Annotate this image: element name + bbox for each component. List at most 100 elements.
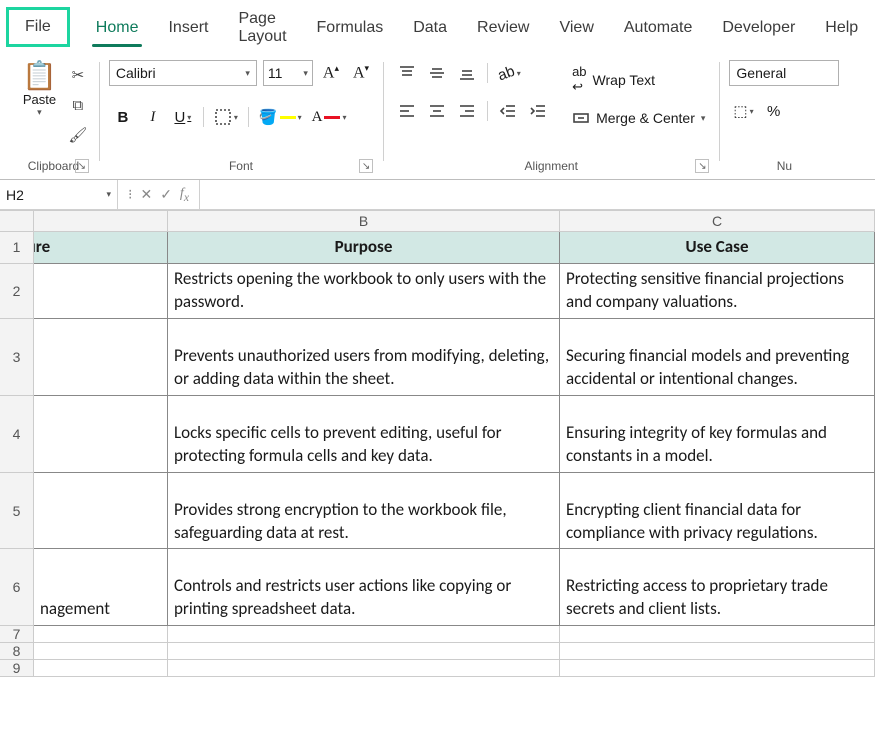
cell[interactable]: Provides strong encryption to the workbo… [168, 473, 560, 550]
bold-button[interactable]: B [109, 104, 137, 130]
cell[interactable] [560, 643, 875, 660]
cell[interactable]: Use Case [560, 232, 875, 264]
font-dialog-launcher[interactable]: ↘ [359, 159, 373, 173]
tab-file[interactable]: File [6, 7, 70, 47]
chevron-down-icon: ▾ [245, 68, 250, 79]
align-top-button[interactable] [393, 60, 421, 86]
cell[interactable]: Controls and restricts user actions like… [168, 549, 560, 626]
align-bottom-button[interactable] [453, 60, 481, 86]
clipboard-icon: 📋 [22, 62, 57, 90]
decrease-font-button[interactable]: A▾ [349, 63, 373, 82]
col-header-c[interactable]: C [560, 211, 875, 232]
cell[interactable] [34, 396, 168, 473]
accounting-format-button[interactable]: ⬚▾ [729, 98, 757, 124]
worksheet-grid[interactable]: A B C 1 eature Purpose Use Case 2 Restri… [0, 210, 875, 677]
fill-color-button[interactable]: 🪣 ▾ [255, 104, 306, 130]
col-header-b[interactable]: B [168, 211, 560, 232]
cut-button[interactable]: ✂ [67, 64, 89, 86]
increase-font-button[interactable]: A▴ [319, 63, 343, 82]
row-header[interactable]: 9 [0, 660, 34, 677]
scissors-icon: ✂ [72, 66, 85, 84]
outdent-icon [499, 102, 517, 120]
tab-insert[interactable]: Insert [164, 13, 212, 47]
cell[interactable]: Restricting access to proprietary trade … [560, 549, 875, 626]
paste-button[interactable]: 📋 Paste ▾ [18, 60, 61, 120]
cell[interactable]: Ensuring integrity of key formulas and c… [560, 396, 875, 473]
tab-view[interactable]: View [555, 13, 597, 47]
number-format-select[interactable]: General [729, 60, 839, 86]
tab-formulas[interactable]: Formulas [313, 13, 388, 47]
cell[interactable] [168, 643, 560, 660]
font-color-button[interactable]: A ▾ [308, 104, 351, 130]
merge-center-button[interactable]: Merge & Center ▾ [568, 107, 709, 129]
clipboard-dialog-launcher[interactable]: ↘ [75, 159, 89, 173]
percent-format-button[interactable]: % [760, 98, 788, 124]
tab-automate[interactable]: Automate [620, 13, 696, 47]
orientation-button[interactable]: ab ▾ [494, 60, 525, 86]
fill-color-swatch [280, 116, 296, 119]
tab-developer[interactable]: Developer [718, 13, 799, 47]
font-name-select[interactable]: Calibri ▾ [109, 60, 257, 86]
select-all-corner[interactable] [0, 211, 34, 232]
insert-function-button[interactable]: fx [180, 186, 189, 204]
italic-button[interactable]: I [139, 104, 167, 130]
cell[interactable]: Protecting sensitive financial projectio… [560, 264, 875, 319]
tab-review[interactable]: Review [473, 13, 533, 47]
decrease-indent-button[interactable] [494, 98, 522, 124]
cell[interactable]: Encrypting client financial data for com… [560, 473, 875, 550]
cell[interactable] [560, 660, 875, 677]
align-center-button[interactable] [423, 98, 451, 124]
cell[interactable] [560, 626, 875, 643]
cell[interactable]: Securing financial models and preventing… [560, 319, 875, 396]
cell[interactable] [34, 473, 168, 550]
alignment-dialog-launcher[interactable]: ↘ [695, 159, 709, 173]
formula-input[interactable] [200, 180, 875, 209]
align-left-button[interactable] [393, 98, 421, 124]
copy-button[interactable]: ⧉ [67, 94, 89, 116]
row-header[interactable]: 7 [0, 626, 34, 643]
row-header[interactable]: 1 [0, 232, 34, 264]
enter-formula-button[interactable]: ✓ [160, 186, 172, 203]
cell[interactable] [34, 626, 168, 643]
col-header-a[interactable]: A [34, 211, 168, 232]
cell[interactable]: Prevents unauthorized users from modifyi… [168, 319, 560, 396]
borders-button[interactable]: ▾ [210, 104, 242, 130]
cell[interactable]: eature [34, 232, 168, 264]
tab-data[interactable]: Data [409, 13, 451, 47]
tab-strip: File Home Insert Page Layout Formulas Da… [0, 0, 875, 52]
group-font-label: Font [229, 159, 253, 173]
font-size-value: 11 [268, 65, 283, 81]
format-painter-button[interactable]: 🖌 [67, 124, 89, 146]
row-header[interactable]: 5 [0, 473, 34, 550]
row-header[interactable]: 6 [0, 549, 34, 626]
cell[interactable] [168, 626, 560, 643]
wrap-text-button[interactable]: ab↩ Wrap Text [568, 62, 709, 97]
cell[interactable]: Restricts opening the workbook to only u… [168, 264, 560, 319]
tab-home[interactable]: Home [92, 13, 143, 47]
cell[interactable] [168, 660, 560, 677]
copy-icon: ⧉ [73, 97, 84, 114]
underline-button[interactable]: U▾ [169, 104, 197, 130]
cell[interactable]: Purpose [168, 232, 560, 264]
increase-indent-button[interactable] [524, 98, 552, 124]
cell[interactable] [34, 264, 168, 319]
number-format-value: General [736, 65, 786, 81]
merge-label: Merge & Center [596, 110, 695, 126]
font-size-select[interactable]: 11 ▾ [263, 60, 313, 86]
tab-help[interactable]: Help [821, 13, 862, 47]
row-header[interactable]: 2 [0, 264, 34, 319]
align-right-button[interactable] [453, 98, 481, 124]
cell[interactable] [34, 660, 168, 677]
cancel-formula-button[interactable]: ✕ [140, 186, 152, 203]
row-header[interactable]: 8 [0, 643, 34, 660]
tab-page-layout[interactable]: Page Layout [234, 4, 290, 56]
cell[interactable] [34, 319, 168, 396]
name-box[interactable]: H2 ▾ [0, 180, 118, 209]
cell[interactable]: nagement [34, 549, 168, 626]
row-header[interactable]: 4 [0, 396, 34, 473]
row-header[interactable]: 3 [0, 319, 34, 396]
cell[interactable]: Locks specific cells to prevent editing,… [168, 396, 560, 473]
cell[interactable] [34, 643, 168, 660]
align-middle-button[interactable] [423, 60, 451, 86]
range-selector-button[interactable]: ⁝ [128, 186, 132, 203]
